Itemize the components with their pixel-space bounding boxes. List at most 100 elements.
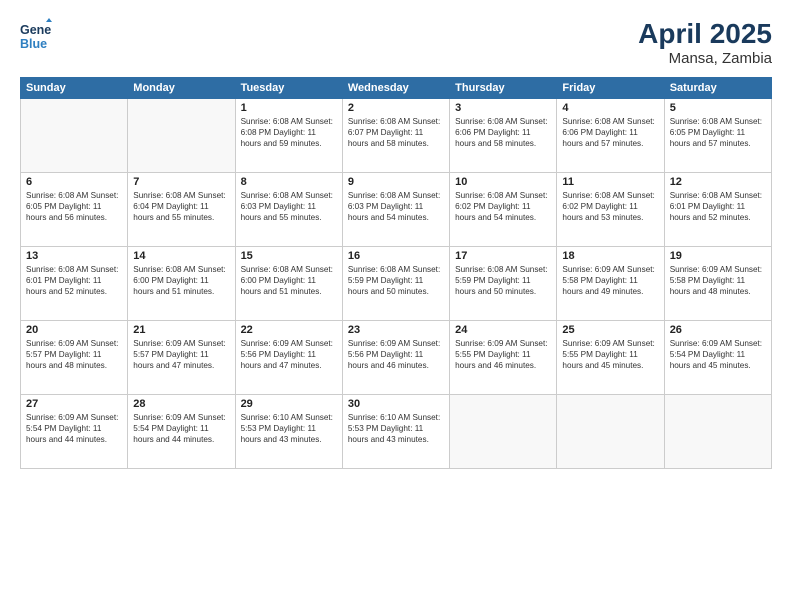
calendar-cell: 21 Sunrise: 6:09 AM Sunset: 5:57 PM Dayli… bbox=[128, 321, 235, 395]
weekday-header-sunday: Sunday bbox=[21, 78, 128, 99]
day-number: 8 bbox=[241, 176, 337, 188]
day-info: Sunrise: 6:09 AM Sunset: 5:57 PM Dayligh… bbox=[133, 338, 229, 371]
day-info: Sunrise: 6:08 AM Sunset: 6:03 PM Dayligh… bbox=[348, 190, 444, 223]
day-info: Sunrise: 6:08 AM Sunset: 6:03 PM Dayligh… bbox=[241, 190, 337, 223]
calendar-cell: 30 Sunrise: 6:10 AM Sunset: 5:53 PM Dayli… bbox=[342, 395, 449, 469]
day-number: 27 bbox=[26, 398, 122, 410]
calendar-cell: 16 Sunrise: 6:08 AM Sunset: 5:59 PM Dayli… bbox=[342, 247, 449, 321]
calendar-subtitle: Mansa, Zambia bbox=[638, 50, 772, 67]
weekday-header-tuesday: Tuesday bbox=[235, 78, 342, 99]
day-info: Sunrise: 6:08 AM Sunset: 6:02 PM Dayligh… bbox=[562, 190, 658, 223]
calendar-cell: 13Sunrise: 6:08 AM Sunset: 6:01 PM Dayli… bbox=[21, 247, 128, 321]
day-number: 17 bbox=[455, 250, 551, 262]
day-number: 23 bbox=[348, 324, 444, 336]
weekday-header-monday: Monday bbox=[128, 78, 235, 99]
week-row-5: 27 Sunrise: 6:09 AM Sunset: 5:54 PM Dayli… bbox=[21, 395, 772, 469]
header: General Blue April 2025 Mansa, Zambia bbox=[20, 18, 772, 67]
week-row-4: 20Sunrise: 6:09 AM Sunset: 5:57 PM Dayli… bbox=[21, 321, 772, 395]
calendar-cell: 10 Sunrise: 6:08 AM Sunset: 6:02 PM Dayli… bbox=[450, 173, 557, 247]
day-number: 2 bbox=[348, 102, 444, 114]
calendar-cell: 5Sunrise: 6:08 AM Sunset: 6:05 PM Daylig… bbox=[664, 99, 771, 173]
day-info: Sunrise: 6:08 AM Sunset: 6:00 PM Dayligh… bbox=[133, 264, 229, 297]
calendar-cell: 26Sunrise: 6:09 AM Sunset: 5:54 PM Dayli… bbox=[664, 321, 771, 395]
calendar-cell bbox=[557, 395, 664, 469]
day-number: 21 bbox=[133, 324, 229, 336]
day-info: Sunrise: 6:10 AM Sunset: 5:53 PM Dayligh… bbox=[241, 412, 337, 445]
day-number: 9 bbox=[348, 176, 444, 188]
day-number: 5 bbox=[670, 102, 766, 114]
day-info: Sunrise: 6:09 AM Sunset: 5:54 PM Dayligh… bbox=[133, 412, 229, 445]
calendar-cell: 28 Sunrise: 6:09 AM Sunset: 5:54 PM Dayli… bbox=[128, 395, 235, 469]
day-info: Sunrise: 6:08 AM Sunset: 6:08 PM Dayligh… bbox=[241, 116, 337, 149]
day-info: Sunrise: 6:09 AM Sunset: 5:56 PM Dayligh… bbox=[348, 338, 444, 371]
day-number: 15 bbox=[241, 250, 337, 262]
calendar-title: April 2025 bbox=[638, 18, 772, 50]
calendar-cell: 2Sunrise: 6:08 AM Sunset: 6:07 PM Daylig… bbox=[342, 99, 449, 173]
day-info: Sunrise: 6:09 AM Sunset: 5:54 PM Dayligh… bbox=[26, 412, 122, 445]
day-number: 25 bbox=[562, 324, 658, 336]
day-info: Sunrise: 6:08 AM Sunset: 6:06 PM Dayligh… bbox=[562, 116, 658, 149]
day-info: Sunrise: 6:08 AM Sunset: 6:04 PM Dayligh… bbox=[133, 190, 229, 223]
day-number: 16 bbox=[348, 250, 444, 262]
day-info: Sunrise: 6:09 AM Sunset: 5:58 PM Dayligh… bbox=[562, 264, 658, 297]
day-number: 14 bbox=[133, 250, 229, 262]
logo-graphic: General Blue bbox=[20, 18, 52, 56]
day-number: 30 bbox=[348, 398, 444, 410]
calendar-cell bbox=[450, 395, 557, 469]
day-number: 7 bbox=[133, 176, 229, 188]
week-row-2: 6 Sunrise: 6:08 AM Sunset: 6:05 PM Daylig… bbox=[21, 173, 772, 247]
day-number: 12 bbox=[670, 176, 766, 188]
calendar-cell: 3 Sunrise: 6:08 AM Sunset: 6:06 PM Daylig… bbox=[450, 99, 557, 173]
weekday-header-wednesday: Wednesday bbox=[342, 78, 449, 99]
week-row-3: 13Sunrise: 6:08 AM Sunset: 6:01 PM Dayli… bbox=[21, 247, 772, 321]
day-number: 1 bbox=[241, 102, 337, 114]
calendar-cell: 29 Sunrise: 6:10 AM Sunset: 5:53 PM Dayli… bbox=[235, 395, 342, 469]
calendar-cell: 9 Sunrise: 6:08 AM Sunset: 6:03 PM Daylig… bbox=[342, 173, 449, 247]
day-number: 4 bbox=[562, 102, 658, 114]
calendar-cell: 15 Sunrise: 6:08 AM Sunset: 6:00 PM Dayli… bbox=[235, 247, 342, 321]
day-number: 6 bbox=[26, 176, 122, 188]
calendar-cell: 11 Sunrise: 6:08 AM Sunset: 6:02 PM Dayli… bbox=[557, 173, 664, 247]
calendar-cell: 8 Sunrise: 6:08 AM Sunset: 6:03 PM Daylig… bbox=[235, 173, 342, 247]
weekday-header-friday: Friday bbox=[557, 78, 664, 99]
day-number: 13 bbox=[26, 250, 122, 262]
day-number: 29 bbox=[241, 398, 337, 410]
day-info: Sunrise: 6:10 AM Sunset: 5:53 PM Dayligh… bbox=[348, 412, 444, 445]
day-number: 26 bbox=[670, 324, 766, 336]
calendar-cell: 20Sunrise: 6:09 AM Sunset: 5:57 PM Dayli… bbox=[21, 321, 128, 395]
calendar-cell: 24Sunrise: 6:09 AM Sunset: 5:55 PM Dayli… bbox=[450, 321, 557, 395]
calendar-cell: 17 Sunrise: 6:08 AM Sunset: 5:59 PM Dayli… bbox=[450, 247, 557, 321]
calendar-cell: 4 Sunrise: 6:08 AM Sunset: 6:06 PM Daylig… bbox=[557, 99, 664, 173]
logo: General Blue bbox=[20, 18, 56, 56]
day-info: Sunrise: 6:08 AM Sunset: 6:00 PM Dayligh… bbox=[241, 264, 337, 297]
calendar-cell: 1 Sunrise: 6:08 AM Sunset: 6:08 PM Daylig… bbox=[235, 99, 342, 173]
day-number: 11 bbox=[562, 176, 658, 188]
svg-text:Blue: Blue bbox=[20, 37, 47, 51]
calendar-cell: 22 Sunrise: 6:09 AM Sunset: 5:56 PM Dayli… bbox=[235, 321, 342, 395]
day-info: Sunrise: 6:08 AM Sunset: 6:06 PM Dayligh… bbox=[455, 116, 551, 149]
page: General Blue April 2025 Mansa, Zambia Su… bbox=[0, 0, 792, 612]
day-info: Sunrise: 6:08 AM Sunset: 6:05 PM Dayligh… bbox=[26, 190, 122, 223]
day-info: Sunrise: 6:08 AM Sunset: 5:59 PM Dayligh… bbox=[348, 264, 444, 297]
calendar-cell bbox=[128, 99, 235, 173]
day-number: 22 bbox=[241, 324, 337, 336]
calendar-cell: 27 Sunrise: 6:09 AM Sunset: 5:54 PM Dayli… bbox=[21, 395, 128, 469]
calendar-cell: 25 Sunrise: 6:09 AM Sunset: 5:55 PM Dayli… bbox=[557, 321, 664, 395]
day-number: 10 bbox=[455, 176, 551, 188]
calendar-cell: 14 Sunrise: 6:08 AM Sunset: 6:00 PM Dayli… bbox=[128, 247, 235, 321]
day-info: Sunrise: 6:08 AM Sunset: 5:59 PM Dayligh… bbox=[455, 264, 551, 297]
week-row-1: 1 Sunrise: 6:08 AM Sunset: 6:08 PM Daylig… bbox=[21, 99, 772, 173]
day-info: Sunrise: 6:08 AM Sunset: 6:02 PM Dayligh… bbox=[455, 190, 551, 223]
day-number: 28 bbox=[133, 398, 229, 410]
day-number: 3 bbox=[455, 102, 551, 114]
calendar-cell: 12 Sunrise: 6:08 AM Sunset: 6:01 PM Dayli… bbox=[664, 173, 771, 247]
calendar-cell: 23 Sunrise: 6:09 AM Sunset: 5:56 PM Dayli… bbox=[342, 321, 449, 395]
weekday-header-thursday: Thursday bbox=[450, 78, 557, 99]
weekday-header-row: SundayMondayTuesdayWednesdayThursdayFrid… bbox=[21, 78, 772, 99]
day-number: 19 bbox=[670, 250, 766, 262]
day-info: Sunrise: 6:09 AM Sunset: 5:55 PM Dayligh… bbox=[562, 338, 658, 371]
calendar-cell bbox=[21, 99, 128, 173]
day-info: Sunrise: 6:08 AM Sunset: 6:01 PM Dayligh… bbox=[670, 190, 766, 223]
day-info: Sunrise: 6:09 AM Sunset: 5:56 PM Dayligh… bbox=[241, 338, 337, 371]
calendar-table: SundayMondayTuesdayWednesdayThursdayFrid… bbox=[20, 77, 772, 469]
